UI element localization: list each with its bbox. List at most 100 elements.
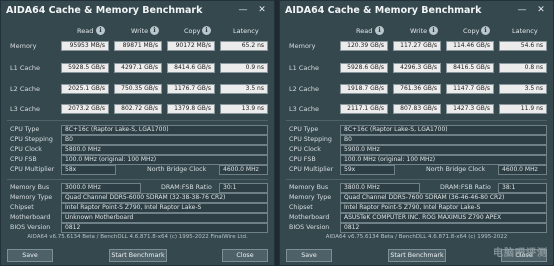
info-icon[interactable]: i bbox=[481, 26, 490, 35]
cpu-stepping-field: B0 bbox=[340, 135, 547, 145]
dram-ratio-field: 38:1 bbox=[498, 183, 547, 193]
cpu-clock-field: 5800.0 MHz bbox=[61, 145, 268, 155]
save-button[interactable]: Save bbox=[286, 249, 332, 262]
l1-copy-value: 8416.5 GB/s bbox=[446, 63, 494, 73]
latency-header: Latency bbox=[512, 27, 538, 35]
l2-read-value: 1918.7 GB/s bbox=[340, 84, 388, 94]
watermark: 电脑吧评测 bbox=[493, 248, 548, 259]
dram-ratio-label: DRAM:FSB Ratio bbox=[440, 184, 491, 191]
copy-header: Copy bbox=[463, 27, 480, 35]
row-label-l3: L3 Cache bbox=[10, 105, 41, 113]
cpu-clock-field: 5900.0 MHz bbox=[340, 145, 547, 155]
memory-read-value: 120.39 GB/s bbox=[340, 41, 388, 51]
l1-write-value: 4297.1 GB/s bbox=[114, 63, 162, 73]
cpu-stepping-label: CPU Stepping bbox=[10, 136, 53, 143]
footer-copyright: AIDA64 v6.75.6134 Beta / BenchDLL 4.6.87… bbox=[27, 234, 248, 240]
nb-clock-label: North Bridge Clock bbox=[426, 166, 486, 173]
chipset-label: Chipset bbox=[289, 204, 313, 211]
title-bar[interactable]: AIDA64 Cache & Memory Benchmark — ✕ bbox=[1, 1, 274, 21]
cpu-clock-label: CPU Clock bbox=[10, 146, 42, 153]
memory-copy-value: 114.46 GB/s bbox=[446, 41, 494, 51]
start-benchmark-button[interactable]: Start Benchmark bbox=[109, 249, 167, 262]
start-benchmark-button[interactable]: Start Benchmark bbox=[388, 249, 446, 262]
title-bar[interactable]: AIDA64 Cache & Memory Benchmark — ✕ bbox=[280, 1, 553, 21]
read-header: Read bbox=[77, 27, 94, 35]
l2-write-value: 750.35 GB/s bbox=[114, 84, 162, 94]
l3-write-value: 807.83 GB/s bbox=[393, 104, 441, 114]
memory-bus-label: Memory Bus bbox=[289, 184, 329, 191]
l3-copy-value: 1379.8 GB/s bbox=[167, 104, 215, 114]
info-icon[interactable]: i bbox=[375, 26, 384, 35]
nb-clock-field: 4600.0 MHz bbox=[498, 165, 547, 175]
close-icon[interactable]: ✕ bbox=[253, 2, 271, 18]
memory-read-value: 95953 MB/s bbox=[61, 41, 109, 51]
l2-latency-value: 3.5 ns bbox=[499, 84, 547, 94]
row-label-l1: L1 Cache bbox=[10, 64, 41, 72]
row-label-l2: L2 Cache bbox=[10, 85, 41, 93]
bios-version-label: BIOS Version bbox=[289, 224, 330, 231]
memory-type-label: Memory Type bbox=[10, 194, 53, 201]
write-header: Write bbox=[131, 27, 149, 35]
chipset-label: Chipset bbox=[10, 204, 34, 211]
row-label-l2: L2 Cache bbox=[289, 85, 320, 93]
divider bbox=[7, 120, 268, 121]
memory-latency-value: 54.6 ns bbox=[499, 41, 547, 51]
memory-type-label: Memory Type bbox=[289, 194, 332, 201]
window-title: AIDA64 Cache & Memory Benchmark bbox=[6, 5, 203, 16]
cpu-multiplier-field: 58x bbox=[61, 165, 116, 175]
motherboard-label: Motherboard bbox=[10, 214, 51, 221]
copy-header: Copy bbox=[184, 27, 201, 35]
l2-read-value: 2025.1 GB/s bbox=[61, 84, 109, 94]
l1-copy-value: 8414.6 GB/s bbox=[167, 63, 215, 73]
dram-ratio-label: DRAM:FSB Ratio bbox=[161, 184, 212, 191]
cpu-stepping-field: B0 bbox=[61, 135, 268, 145]
info-icon[interactable]: i bbox=[150, 26, 159, 35]
motherboard-label: Motherboard bbox=[289, 214, 330, 221]
memory-bus-label: Memory Bus bbox=[10, 184, 50, 191]
l1-latency-value: 0.9 ns bbox=[220, 63, 268, 73]
l1-latency-value: 0.8 ns bbox=[499, 63, 547, 73]
chipset-field: Intel Raptor Point-S Z790, Intel Raptor … bbox=[340, 203, 547, 213]
divider bbox=[286, 120, 547, 121]
memory-copy-value: 90172 MB/s bbox=[167, 41, 215, 51]
cpu-type-field: 8C+16c (Raptor Lake-S, LGA1700) bbox=[61, 125, 268, 135]
l3-write-value: 802.72 GB/s bbox=[114, 104, 162, 114]
divider bbox=[7, 179, 268, 180]
footer-copyright: AIDA64 v6.75.6134 Beta / BenchDLL 4.6.87… bbox=[325, 234, 508, 240]
info-icon[interactable]: i bbox=[96, 26, 105, 35]
row-label-l1: L1 Cache bbox=[289, 64, 320, 72]
latency-header: Latency bbox=[233, 27, 259, 35]
dram-ratio-field: 30:1 bbox=[219, 183, 268, 193]
l2-copy-value: 1147.7 GB/s bbox=[446, 84, 494, 94]
row-label-memory: Memory bbox=[10, 42, 37, 50]
close-button[interactable]: Close bbox=[222, 249, 268, 262]
info-icon[interactable]: i bbox=[202, 26, 211, 35]
motherboard-field: ASUSTeK COMPUTER INC. ROG MAXIMUS Z790 A… bbox=[340, 213, 547, 223]
bios-version-field: 0812 bbox=[340, 223, 547, 233]
nb-clock-label: North Bridge Clock bbox=[147, 166, 207, 173]
cpu-multiplier-label: CPU Multiplier bbox=[10, 166, 55, 173]
bios-version-label: BIOS Version bbox=[10, 224, 51, 231]
benchmark-window-right: AIDA64 Cache & Memory Benchmark — ✕ Read… bbox=[279, 0, 554, 266]
l3-latency-value: 11.9 ns bbox=[499, 104, 547, 114]
close-icon[interactable]: ✕ bbox=[532, 2, 550, 18]
cpu-type-label: CPU Type bbox=[10, 126, 40, 133]
minimize-icon[interactable]: — bbox=[234, 2, 252, 18]
info-icon[interactable]: i bbox=[429, 26, 438, 35]
memory-write-value: 117.27 GB/s bbox=[393, 41, 441, 51]
memory-bus-field: 3800.0 MHz bbox=[340, 183, 420, 193]
nb-clock-field: 4600.0 MHz bbox=[219, 165, 268, 175]
cpu-fsb-label: CPU FSB bbox=[10, 156, 37, 163]
l2-copy-value: 1176.7 GB/s bbox=[167, 84, 215, 94]
memory-latency-value: 65.2 ns bbox=[220, 41, 268, 51]
row-label-l3: L3 Cache bbox=[289, 105, 320, 113]
cpu-type-field: 8C+16c (Raptor Lake-S, LGA1700) bbox=[340, 125, 547, 135]
minimize-icon[interactable]: — bbox=[513, 2, 531, 18]
motherboard-field: Unknown Motherboard bbox=[61, 213, 268, 223]
write-header: Write bbox=[410, 27, 428, 35]
benchmark-window-left: AIDA64 Cache & Memory Benchmark — ✕ Read… bbox=[0, 0, 275, 266]
save-button[interactable]: Save bbox=[7, 249, 53, 262]
row-label-memory: Memory bbox=[289, 42, 316, 50]
bios-version-field: 0812 bbox=[61, 223, 268, 233]
cpu-clock-label: CPU Clock bbox=[289, 146, 321, 153]
